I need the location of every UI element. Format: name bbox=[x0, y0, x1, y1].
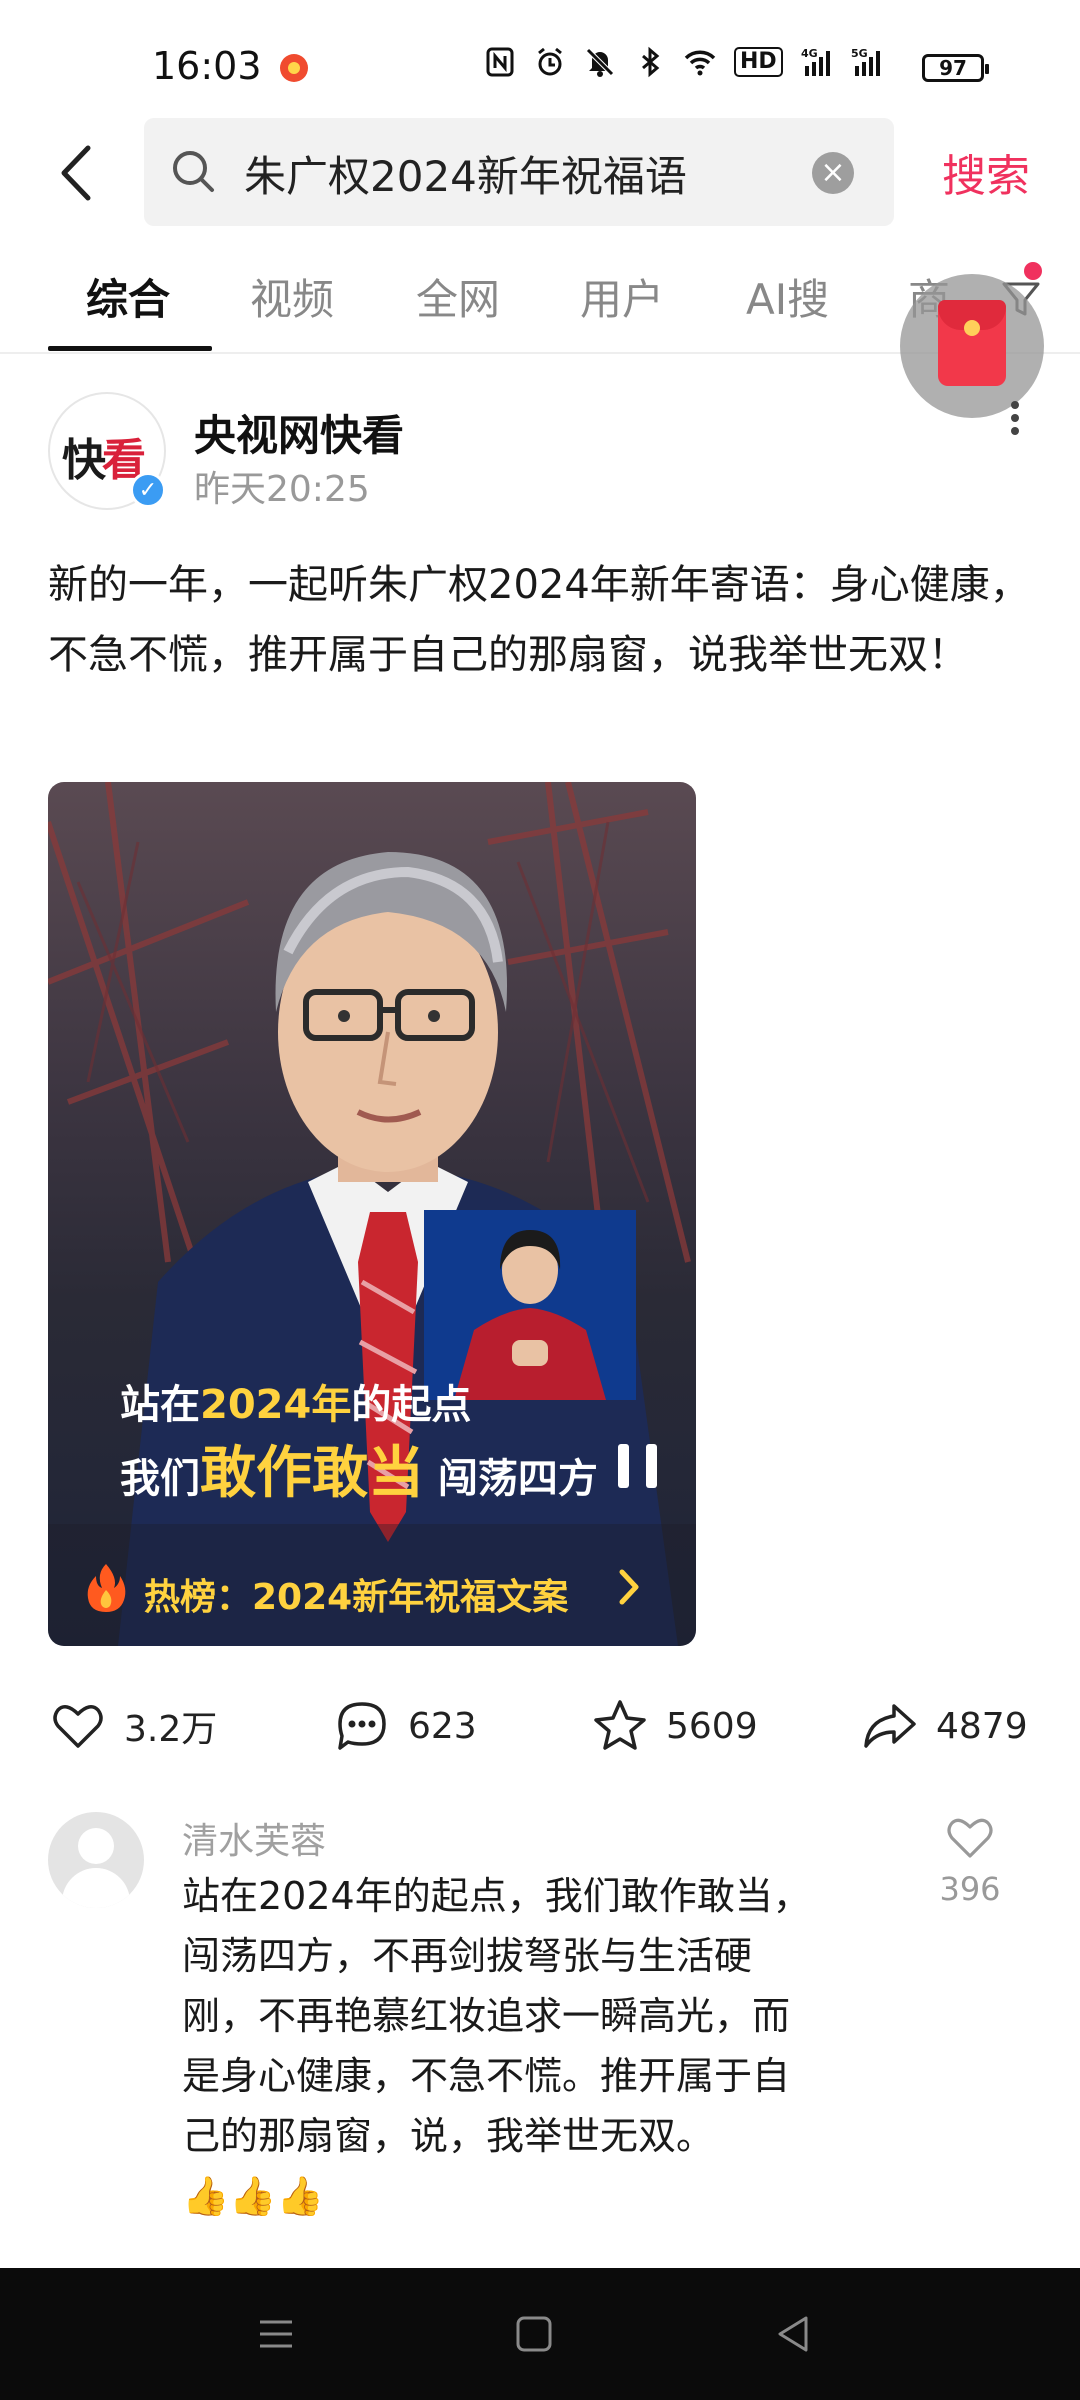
video-caption-line2: 我们敢作敢当 闯荡四方 bbox=[120, 1441, 598, 1506]
fire-icon bbox=[87, 1564, 126, 1612]
wifi-icon bbox=[684, 46, 716, 78]
share-button[interactable]: 4879 bbox=[862, 1696, 1028, 1756]
video-caption-line1: 站在2024年的起点 bbox=[120, 1382, 472, 1428]
signal-5g-icon: 5G bbox=[851, 46, 883, 78]
hot-list-banner[interactable]: 热榜：2024新年祝福文案 bbox=[48, 1524, 696, 1646]
menu-icon[interactable] bbox=[254, 2312, 298, 2356]
tab-web[interactable]: 全网 bbox=[416, 266, 500, 327]
comment-like-count: 396 bbox=[939, 1870, 1001, 1908]
dot-icon bbox=[1011, 414, 1019, 422]
signal-4g-icon: 4G bbox=[801, 46, 833, 78]
tab-ai-search[interactable]: AI搜 bbox=[746, 266, 829, 327]
share-count: 4879 bbox=[936, 1705, 1028, 1747]
comment-like-button[interactable]: 396 bbox=[930, 1812, 1010, 1908]
bluetooth-icon bbox=[634, 46, 666, 78]
status-time: 16:03 bbox=[152, 44, 262, 88]
back-arrow-icon bbox=[61, 145, 91, 201]
verified-icon: ✓ bbox=[130, 472, 166, 508]
pause-icon[interactable] bbox=[618, 1444, 658, 1488]
post-text[interactable]: 新的一年，一起听朱广权2024年新年寄语：身心健康，不急不慌，推开属于自己的那扇… bbox=[48, 550, 1038, 690]
action-bar: 3.2万 623 5609 4879 bbox=[0, 1696, 1080, 1756]
comment-username[interactable]: 清水芙蓉 bbox=[182, 1812, 326, 1864]
tab-video[interactable]: 视频 bbox=[250, 266, 334, 327]
back-button[interactable] bbox=[48, 142, 110, 204]
clear-icon[interactable]: × bbox=[812, 152, 854, 194]
hot-list-text: 热榜：2024新年祝福文案 bbox=[144, 1577, 569, 1618]
default-avatar-body bbox=[62, 1868, 130, 1908]
chevron-right-icon bbox=[619, 1569, 639, 1605]
system-nav-bar bbox=[0, 2268, 1080, 2400]
default-avatar-icon bbox=[78, 1828, 114, 1864]
active-tab-indicator bbox=[48, 346, 212, 351]
share-icon bbox=[864, 1704, 916, 1748]
hd-label: HD bbox=[734, 47, 783, 77]
comment-button[interactable]: 623 bbox=[334, 1696, 477, 1756]
notification-app-icon bbox=[280, 54, 308, 82]
search-box[interactable]: × bbox=[144, 118, 894, 228]
tab-users[interactable]: 用户 bbox=[580, 266, 664, 327]
star-icon bbox=[594, 1700, 646, 1750]
nfc-icon bbox=[484, 46, 516, 78]
heart-icon bbox=[947, 1818, 993, 1858]
heart-icon bbox=[53, 1705, 103, 1748]
search-button[interactable]: 搜索 bbox=[942, 140, 1030, 204]
video-player[interactable]: 站在2024年的起点 我们敢作敢当 闯荡四方 热榜：2024新年祝福文案 bbox=[48, 782, 696, 1646]
battery-indicator: 97 bbox=[922, 54, 989, 82]
comment-avatar[interactable] bbox=[48, 1812, 144, 1908]
alarm-icon bbox=[534, 46, 566, 78]
favorite-count: 5609 bbox=[666, 1705, 758, 1747]
search-input[interactable] bbox=[242, 118, 806, 228]
svg-text:4G: 4G bbox=[801, 47, 818, 60]
comment-text: 站在2024年的起点，我们敢作敢当，闯荡四方，不再剑拔弩张与生活硬刚，不再艳慕红… bbox=[182, 1866, 822, 2226]
like-button[interactable]: 3.2万 bbox=[50, 1696, 217, 1756]
search-icon bbox=[173, 151, 214, 192]
comment-icon bbox=[338, 1702, 386, 1750]
back-icon[interactable] bbox=[772, 2312, 816, 2356]
status-icons: HD 4G 5G bbox=[484, 46, 883, 78]
author-name[interactable]: 央视网快看 bbox=[194, 402, 404, 463]
like-count: 3.2万 bbox=[124, 1709, 218, 1750]
mute-icon bbox=[584, 46, 616, 78]
favorite-button[interactable]: 5609 bbox=[592, 1696, 758, 1756]
red-envelope-icon bbox=[938, 300, 1006, 386]
post-time: 昨天20:25 bbox=[194, 469, 370, 510]
search-header: × 搜索 bbox=[0, 118, 1080, 228]
more-options-button[interactable] bbox=[1000, 396, 1030, 446]
svg-text:5G: 5G bbox=[851, 47, 868, 60]
thumbs-up-emoji: 👍👍👍 bbox=[182, 2174, 324, 2218]
filter-notification-dot bbox=[1024, 262, 1042, 280]
home-icon[interactable] bbox=[512, 2312, 556, 2356]
tab-comprehensive[interactable]: 综合 bbox=[86, 266, 170, 327]
dot-icon bbox=[1011, 427, 1019, 435]
dot-icon bbox=[1011, 401, 1019, 409]
comment-count: 623 bbox=[408, 1705, 477, 1747]
avatar-logo-text: 快看 bbox=[62, 435, 146, 486]
status-bar: 16:03 HD 4G 5G 97 bbox=[0, 0, 1080, 120]
